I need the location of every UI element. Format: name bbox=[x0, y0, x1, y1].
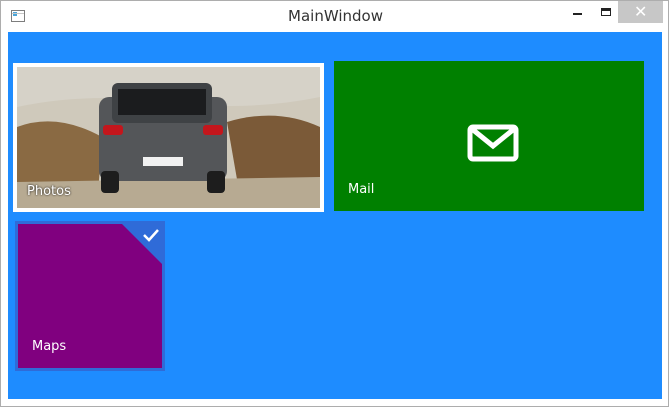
envelope-icon bbox=[467, 124, 519, 162]
title-bar[interactable]: MainWindow ✕ bbox=[1, 1, 668, 32]
main-window: MainWindow ✕ Photos Mail Maps bbox=[0, 0, 669, 407]
tile-area: Photos Mail Maps bbox=[8, 32, 662, 399]
mail-tile[interactable]: Mail bbox=[334, 61, 644, 211]
close-icon: ✕ bbox=[634, 2, 648, 21]
photos-tile[interactable]: Photos bbox=[13, 63, 324, 212]
minimize-icon bbox=[573, 13, 582, 15]
maps-tile[interactable]: Maps bbox=[15, 221, 165, 371]
maximize-icon bbox=[601, 8, 611, 16]
selection-corner bbox=[122, 224, 162, 264]
maximize-button[interactable] bbox=[591, 1, 619, 23]
mail-label: Mail bbox=[348, 182, 375, 197]
minimize-button[interactable] bbox=[563, 1, 591, 23]
maps-label: Maps bbox=[32, 339, 67, 354]
close-button[interactable]: ✕ bbox=[618, 1, 663, 23]
photos-label: Photos bbox=[27, 184, 71, 199]
